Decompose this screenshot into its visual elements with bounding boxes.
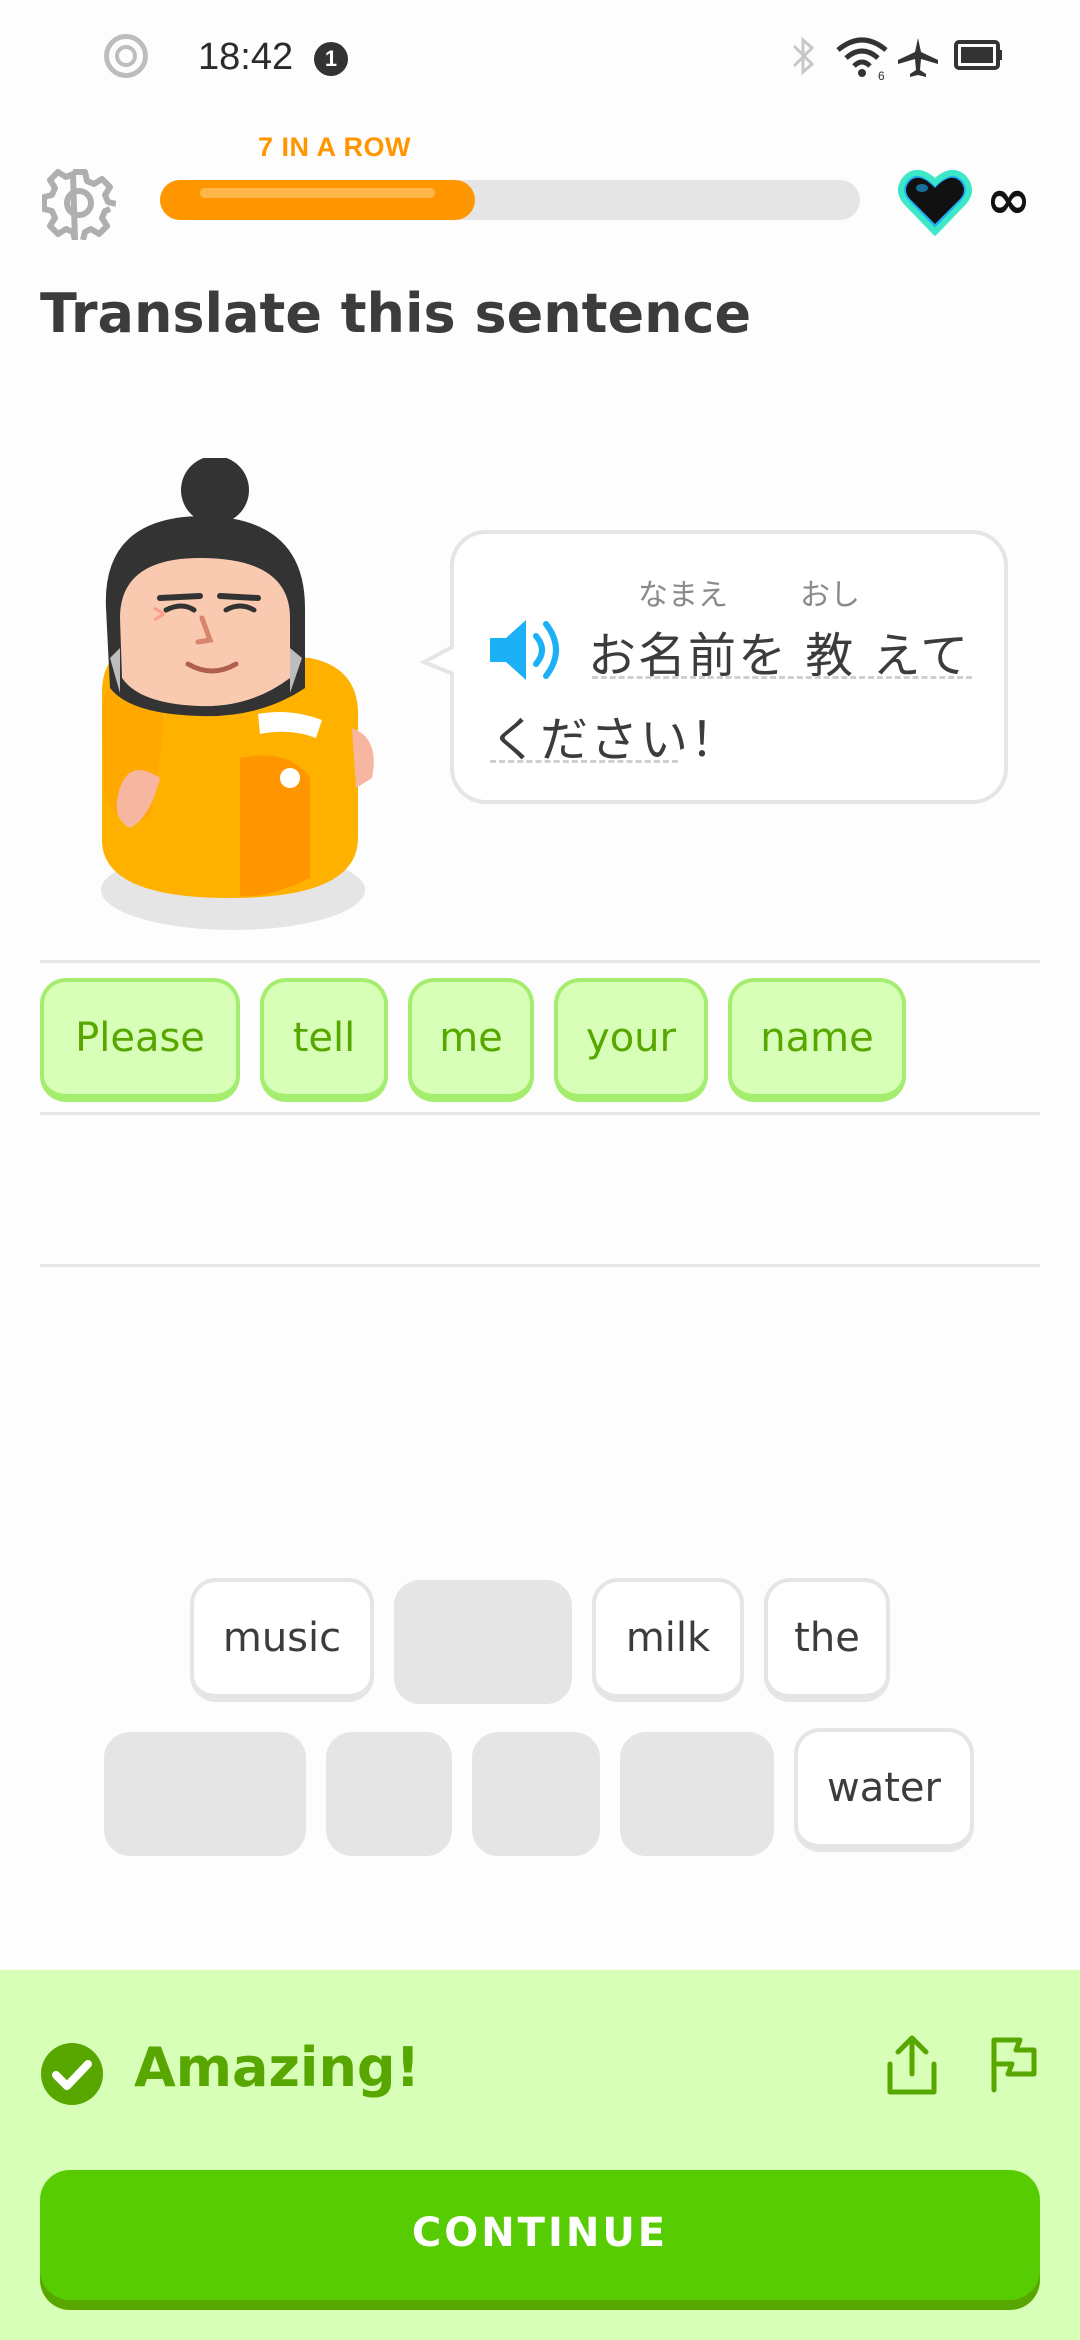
furigana-oshi: おし [800,578,860,613]
word-bank-slot-empty [620,1732,774,1856]
continue-button[interactable]: CONTINUE [40,2170,1040,2300]
speaker-icon[interactable] [486,614,568,686]
hint-underline [490,760,678,763]
answer-tile[interactable]: name [728,978,906,1102]
lesson-progress-bar [160,180,860,220]
answer-line-bottom [40,1264,1040,1267]
word-bank-tile[interactable]: water [794,1728,974,1852]
report-flag-icon[interactable] [986,2034,1038,2094]
furigana-namae: なまえ [638,578,728,613]
status-bar: 18:42 1 6 [0,0,1080,120]
settings-gear-icon[interactable] [42,166,116,240]
word-bank-slot-empty [326,1732,452,1856]
share-icon[interactable] [884,2034,940,2098]
answer-tile[interactable]: your [554,978,708,1102]
word-bank-tile[interactable]: the [764,1578,890,1702]
answer-tile[interactable]: tell [260,978,388,1102]
feedback-message: Amazing! [134,2036,421,2099]
answer-line-middle [40,1112,1040,1115]
notification-count-badge: 1 [314,42,348,76]
hint-underline [592,676,972,679]
lesson-progress-shine [200,188,435,198]
status-time: 18:42 [198,36,294,78]
screen-record-icon [104,34,148,78]
lesson-progress-fill [160,180,475,220]
battery-icon [954,40,1002,70]
word-bank-slot-empty [394,1580,572,1704]
heart-icon[interactable] [898,166,972,236]
bluetooth-icon [792,36,815,76]
page-title: Translate this sentence [40,282,752,345]
answer-tile[interactable]: me [408,978,534,1102]
streak-label: 7 IN A ROW [258,132,411,162]
answer-line-top [40,960,1040,963]
answer-tile[interactable]: Please [40,978,240,1102]
word-bank-tile[interactable]: milk [592,1578,744,1702]
svg-text:6: 6 [878,69,885,80]
character-illustration [101,458,374,930]
hearts-count: ∞ [986,168,1031,231]
word-bank-slot-empty [472,1732,600,1856]
check-circle-icon [41,2043,103,2105]
airplane-mode-icon [898,38,938,77]
wifi-icon: 6 [836,37,888,80]
word-bank-slot-empty [104,1732,306,1856]
word-bank-tile[interactable]: music [190,1578,374,1702]
speech-bubble-tail [420,640,460,680]
